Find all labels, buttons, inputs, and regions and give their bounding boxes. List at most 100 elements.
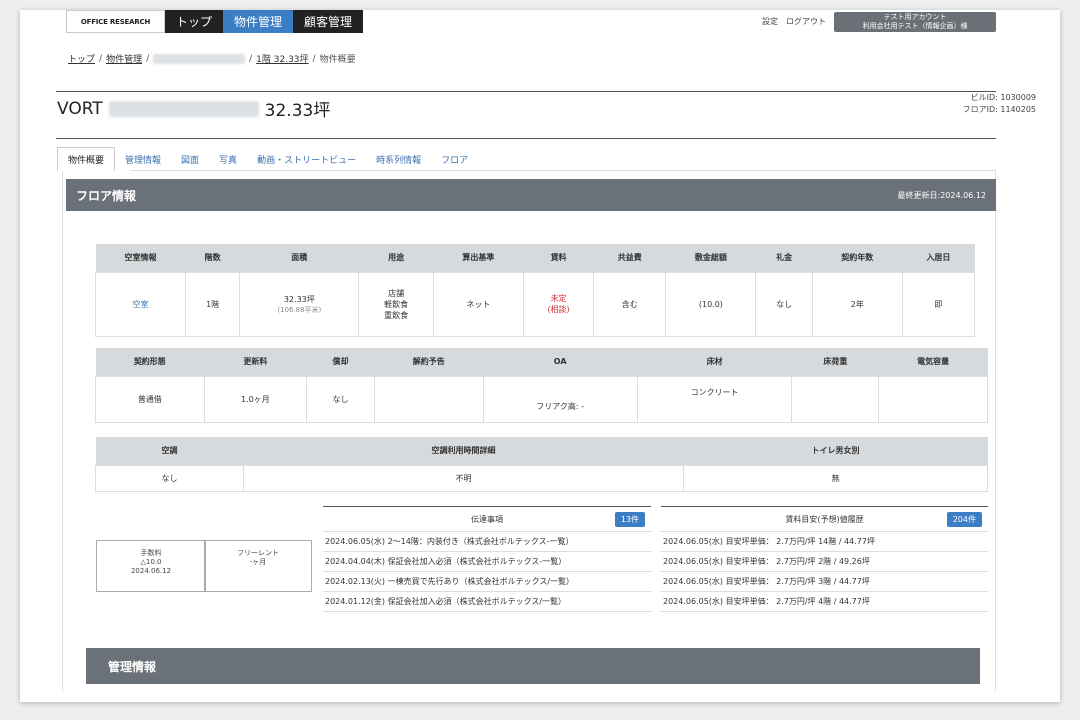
property-ids: ビルID: 1030009 フロアID: 1140205: [963, 92, 1036, 116]
use-value: 店舗 軽飲食 重飲食: [358, 271, 434, 337]
breadcrumb: トップ / 物件管理 / / 1階 32.33坪 / 物件概要: [68, 52, 356, 65]
header-term: 契約年数: [812, 244, 903, 272]
deposit-value: (10.0): [665, 271, 757, 337]
amortization-value: なし: [306, 375, 375, 423]
settings-link[interactable]: 設定: [762, 16, 778, 27]
detail-tabs: 物件概要 管理情報 図面 写真 動画・ストリートビュー 時系列情報 フロア: [57, 147, 478, 171]
header-amortization: 償却: [306, 348, 375, 376]
breadcrumb-property-mgmt[interactable]: 物件管理: [106, 52, 142, 65]
floor-material-value: コンクリート: [636, 375, 793, 423]
contract-table: 契約形態 更新料 償却 解約予告 OA 床材 床荷重 電気容量 普通借 1.0ヶ…: [95, 348, 988, 423]
redacted-property-name: [108, 100, 259, 117]
header-key-money: 礼金: [755, 244, 813, 272]
list-item[interactable]: 2024.01.12(金) 保証会社加入必須（株式会社ボルテックス/一覧）: [323, 592, 651, 612]
term-value: 2年: [811, 271, 903, 337]
free-rent-box: フリーレント -ヶ月: [204, 540, 312, 592]
header-ac-detail: 空調利用時間詳細: [243, 437, 684, 465]
floor-id: フロアID: 1140205: [962, 105, 1036, 114]
area-m2: (106.88平米): [277, 305, 322, 314]
table-row: 普通借 1.0ヶ月 なし フリアク高: - コンクリート: [95, 375, 988, 423]
divider: [56, 138, 996, 139]
header-toilet: トイレ男女別: [683, 437, 988, 465]
header-floor: 階数: [185, 244, 240, 272]
property-name-prefix: VORT: [57, 98, 103, 119]
free-rent-value: -ヶ月: [249, 558, 267, 566]
list-item[interactable]: 2024.06.05(水) 2～14階：内装付き（株式会社ボルテックス-一覧）: [323, 532, 651, 552]
redacted-building-name[interactable]: [153, 53, 246, 64]
account-name: テスト用アカウント: [883, 12, 947, 21]
ac-detail-value: 不明: [243, 464, 684, 492]
tab-floor[interactable]: フロア: [431, 147, 478, 171]
history-count-badge[interactable]: 204件: [946, 512, 982, 527]
use-1: 店舗: [388, 288, 405, 298]
oa-value: フリアク高: -: [482, 375, 638, 423]
table-header-row: 契約形態 更新料 償却 解約予告 OA 床材 床荷重 電気容量: [95, 348, 988, 376]
list-item[interactable]: 2024.06.05(水) 目安坪単価： 2.7万円/坪 4階 / 44.77坪: [661, 592, 988, 612]
list-item[interactable]: 2024.06.05(水) 目安坪単価： 2.7万円/坪 2階 / 49.26坪: [661, 552, 988, 572]
header-vacancy: 空室情報: [95, 244, 186, 272]
use-2: 軽飲食: [384, 299, 409, 309]
tab-overview[interactable]: 物件概要: [57, 147, 116, 171]
section-title: フロア情報: [76, 188, 137, 203]
breadcrumb-current: 物件概要: [319, 55, 356, 65]
header-rent: 賃料: [523, 244, 594, 272]
management-info-header: 管理情報: [86, 648, 980, 684]
table-header-row: 空調 空調利用時間詳細 トイレ男女別: [95, 437, 988, 465]
logout-link[interactable]: ログアウト: [786, 16, 826, 27]
header-ac: 空調: [95, 437, 244, 465]
tab-video[interactable]: 動画・ストリートビュー: [247, 147, 366, 171]
logo[interactable]: OFFICE RESEARCH: [66, 10, 165, 33]
account-button[interactable]: テスト用アカウント 利用会社用テスト（情報企画）様: [834, 11, 996, 32]
breadcrumb-top[interactable]: トップ: [68, 52, 95, 65]
notes-count-badge[interactable]: 13件: [614, 512, 645, 527]
floor-value: 1階: [185, 271, 241, 337]
notes-panel: 伝達事項 13件 2024.06.05(水) 2～14階：内装付き（株式会社ボル…: [323, 506, 651, 612]
key-money-value: なし: [755, 271, 813, 337]
header-floor-material: 床材: [637, 348, 792, 376]
ac-value: なし: [95, 464, 244, 492]
fee-box: 手数料 △10.0 2024.06.12: [96, 540, 206, 592]
history-header: 賃料目安(予想)値履歴 204件: [661, 506, 988, 532]
header-area: 面積: [239, 244, 359, 272]
list-item[interactable]: 2024.02.13(火) 一棟売買で先行あり（株式会社ボルテックス/一覧）: [323, 572, 651, 592]
history-panel: 賃料目安(予想)値履歴 204件 2024.06.05(水) 目安坪単価： 2.…: [661, 506, 988, 612]
tab-floorplan[interactable]: 図面: [171, 147, 209, 171]
nav-tab-top[interactable]: トップ: [165, 10, 224, 33]
account-company: 利用会社用テスト（情報企画）様: [862, 21, 968, 30]
basis-value: ネット: [432, 271, 524, 337]
table-row: 空室 1階 32.33坪 (106.88平米) 店舗 軽飲食 重飲食 ネット 未定 (相…: [94, 271, 976, 337]
tab-photos[interactable]: 写真: [209, 147, 247, 171]
table-header-row: 空室情報 階数 面積 用途 算出基準 賃料 共益費 敷金総額 礼金 契約年数 入…: [95, 244, 975, 272]
renewal-value: 1.0ヶ月: [203, 375, 308, 423]
load-value: [791, 375, 880, 423]
tab-timeseries[interactable]: 時系列情報: [366, 147, 431, 171]
header-contract: 契約形態: [95, 348, 205, 376]
nav-tab-customer[interactable]: 顧客管理: [293, 10, 364, 33]
list-item[interactable]: 2024.06.05(水) 目安坪単価： 2.7万円/坪 3階 / 44.77坪: [661, 572, 988, 592]
notice-value: [373, 375, 484, 423]
fee-date: 2024.06.12: [130, 567, 172, 575]
header-common-fee: 共益費: [593, 244, 666, 272]
tab-management[interactable]: 管理情報: [115, 147, 171, 171]
free-rent-label: フリーレント: [237, 549, 279, 557]
area-value: 32.33坪 (106.88平米): [239, 271, 360, 337]
header-basis: 算出基準: [433, 244, 524, 272]
list-item[interactable]: 2024.04.04(木) 保証会社加入必須（株式会社ボルテックス-一覧）: [323, 552, 651, 572]
floor-table: 空室情報 階数 面積 用途 算出基準 賃料 共益費 敷金総額 礼金 契約年数 入…: [94, 244, 976, 337]
notes-header: 伝達事項 13件: [323, 506, 651, 532]
rent-line-2: (相談): [547, 305, 570, 314]
vacancy-link[interactable]: 空室: [94, 271, 187, 337]
top-nav: OFFICE RESEARCH トップ 物件管理 顧客管理 設定 ログアウト テ…: [66, 10, 996, 33]
building-id: ビルID: 1030009: [970, 93, 1036, 102]
power-value: [878, 375, 988, 423]
fee-label: 手数料: [140, 549, 162, 557]
nav-tab-property[interactable]: 物件管理: [223, 10, 294, 33]
rent-line-1: 未定: [550, 294, 567, 303]
fee-value: △10.0: [140, 558, 162, 566]
list-item[interactable]: 2024.06.05(水) 目安坪単価： 2.7万円/坪 14階 / 44.77…: [661, 532, 988, 552]
breadcrumb-floor[interactable]: 1階 32.33坪: [256, 52, 308, 65]
history-title: 賃料目安(予想)値履歴: [785, 514, 864, 524]
property-area: 32.33坪: [264, 101, 331, 121]
floor-info-header: フロア情報 最終更新日:2024.06.12: [66, 179, 996, 211]
notes-title: 伝達事項: [471, 514, 503, 524]
